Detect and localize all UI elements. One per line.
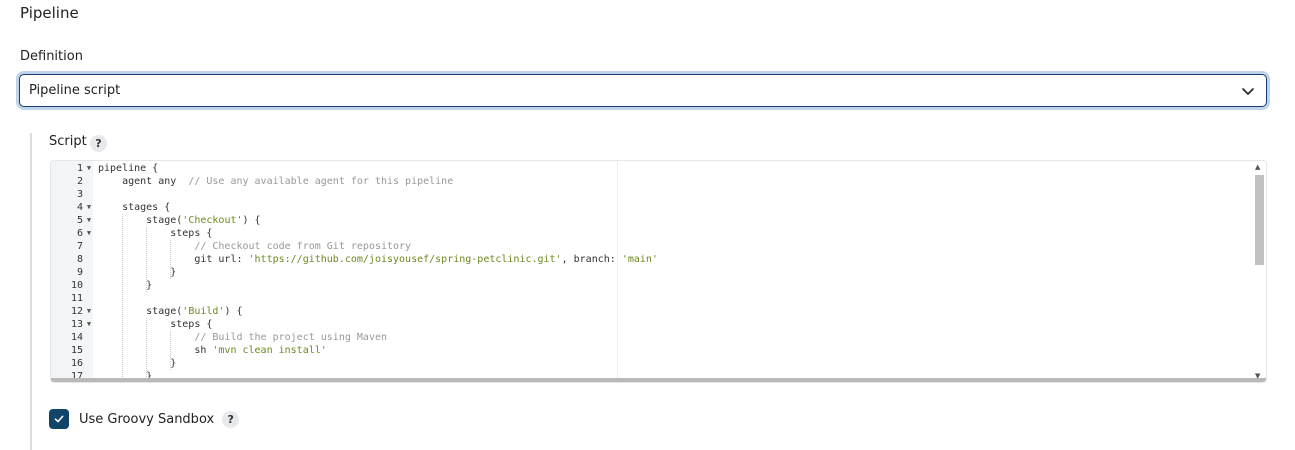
code-line[interactable]: 11 — [51, 292, 1251, 305]
indent-guide — [122, 214, 124, 378]
indent-guide — [170, 240, 172, 279]
line-number: 15 — [70, 345, 83, 356]
vertical-scrollbar[interactable]: ▲ ▼ — [1253, 163, 1265, 380]
fold-arrow-icon[interactable]: ▼ — [85, 318, 93, 331]
code-line[interactable]: 6 ▼ steps { — [51, 227, 1251, 240]
code-text: git url: 'https://github.com/joisyousef/… — [98, 254, 658, 265]
line-number: 2 — [76, 176, 83, 187]
groovy-sandbox-label: Use Groovy Sandbox — [79, 411, 215, 427]
line-number: 6 — [76, 228, 83, 239]
line-number: 11 — [70, 293, 83, 304]
line-number: 14 — [70, 332, 83, 343]
check-icon — [54, 415, 64, 423]
definition-selected-value: Pipeline script — [29, 83, 121, 98]
scrollbar-thumb[interactable] — [1255, 175, 1264, 265]
line-number: 17 — [70, 371, 83, 378]
code-text: } — [98, 267, 177, 278]
fold-arrow-icon[interactable]: ▼ — [85, 214, 93, 227]
code-line[interactable]: 8 git url: 'https://github.com/joisyouse… — [51, 253, 1251, 266]
script-editor[interactable]: 1 ▼ pipeline {2 agent any // Use any avail… — [50, 160, 1267, 383]
line-number: 4 — [76, 202, 83, 213]
code-line[interactable]: 12 ▼ stage('Build') { — [51, 305, 1251, 318]
code-line[interactable]: 15 sh 'mvn clean install' — [51, 344, 1251, 357]
indent-guide — [146, 318, 148, 378]
fold-arrow-icon[interactable]: ▼ — [85, 227, 93, 240]
code-line[interactable]: 17 } — [51, 370, 1251, 378]
code-text: steps { — [98, 228, 213, 239]
line-number: 10 — [70, 280, 83, 291]
code-text: sh 'mvn clean install' — [98, 345, 327, 356]
definition-label: Definition — [20, 49, 83, 64]
groovy-sandbox-option: Use Groovy Sandbox ? — [49, 409, 240, 429]
code-text: agent any // Use any available agent for… — [98, 176, 454, 187]
code-text: // Checkout code from Git repository — [194, 241, 412, 252]
code-text: stages { — [98, 202, 171, 213]
line-number: 13 — [70, 319, 83, 330]
code-line[interactable]: 7 // Checkout code from Git repository — [51, 240, 1251, 253]
scroll-up-arrow-icon[interactable]: ▲ — [1255, 163, 1260, 171]
script-help-icon[interactable]: ? — [90, 135, 107, 152]
indent-guide — [170, 331, 172, 370]
groovy-sandbox-checkbox[interactable] — [49, 409, 69, 429]
code-line[interactable]: 5 ▼ stage('Checkout') { — [51, 214, 1251, 227]
code-line[interactable]: 9 } — [51, 266, 1251, 279]
line-number: 3 — [76, 189, 83, 200]
code-line[interactable]: 13 ▼ steps { — [51, 318, 1251, 331]
code-text: } — [98, 280, 153, 291]
code-line[interactable]: 3 — [51, 188, 1251, 201]
code-text: pipeline { — [98, 163, 159, 174]
code-line[interactable]: 16 } — [51, 357, 1251, 370]
line-number: 16 — [70, 358, 83, 369]
section-title: Pipeline — [20, 4, 79, 22]
code-line[interactable]: 2 agent any // Use any available agent f… — [51, 175, 1251, 188]
code-text: stage('Build') { — [98, 306, 243, 317]
code-text: } — [98, 358, 177, 369]
nested-section-border — [30, 133, 32, 450]
code-text: } — [98, 371, 153, 378]
editor-code-area[interactable]: 1 ▼ pipeline {2 agent any // Use any avail… — [51, 161, 1252, 378]
line-number: 12 — [70, 306, 83, 317]
line-number: 9 — [76, 267, 83, 278]
definition-select[interactable]: Pipeline script — [19, 74, 1267, 107]
line-number: 8 — [76, 254, 83, 265]
script-label: Script — [49, 134, 87, 149]
line-number: 1 — [76, 163, 83, 174]
line-number: 5 — [76, 215, 83, 226]
chevron-down-icon — [1242, 88, 1254, 95]
groovy-sandbox-help-icon[interactable]: ? — [222, 410, 240, 428]
fold-arrow-icon[interactable]: ▼ — [85, 201, 93, 214]
horizontal-scrollbar[interactable] — [51, 378, 1266, 382]
code-text: steps { — [98, 319, 213, 330]
fold-arrow-icon[interactable]: ▼ — [85, 305, 93, 318]
code-line[interactable]: 4 ▼ stages { — [51, 201, 1251, 214]
fold-arrow-icon[interactable]: ▼ — [85, 162, 93, 175]
code-line[interactable]: 14 // Build the project using Maven — [51, 331, 1251, 344]
indent-guide — [146, 227, 148, 292]
code-line[interactable]: 10 } — [51, 279, 1251, 292]
code-text: // Build the project using Maven — [194, 332, 387, 343]
line-number: 7 — [76, 241, 83, 252]
code-line[interactable]: 1 ▼ pipeline { — [51, 162, 1251, 175]
